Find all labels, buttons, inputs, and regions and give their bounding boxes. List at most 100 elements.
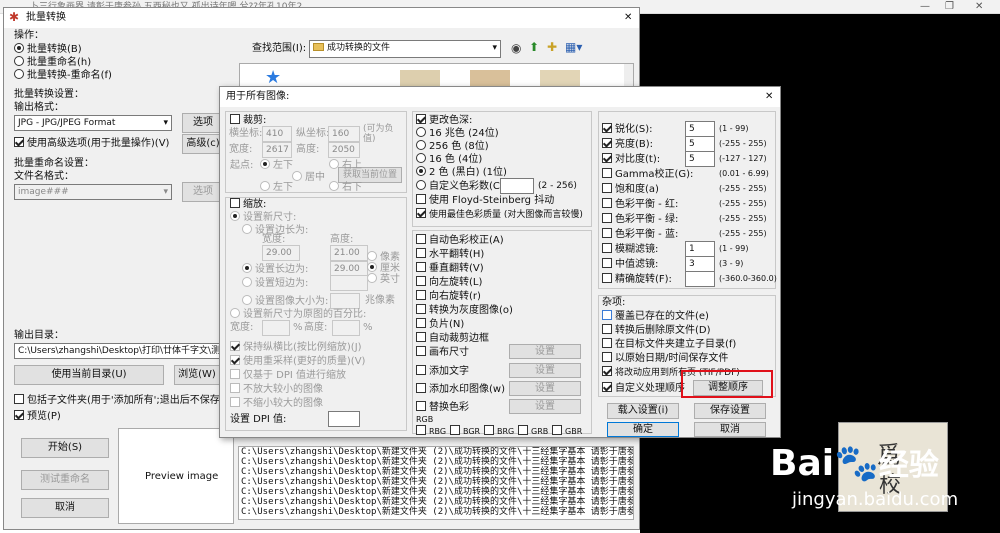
floyd-checkbox[interactable]: 使用 Floyd-Steinberg 抖动 (416, 194, 554, 207)
no-shrink-checkbox[interactable]: 不缩小较大的图像 (230, 397, 323, 410)
origin-bottom-left[interactable]: 左下 (260, 159, 293, 172)
cancel-batch-button[interactable]: 取消 (21, 498, 109, 518)
color-custom[interactable]: 自定义色彩数(C): (416, 180, 507, 193)
contrast-input[interactable]: 5 (685, 151, 715, 167)
median-checkbox[interactable]: 中值滤镜: (602, 258, 658, 271)
negative-checkbox[interactable]: 负片(N) (416, 318, 464, 331)
unit-inch[interactable]: 英寸 (367, 273, 400, 286)
median-input[interactable]: 3 (685, 256, 715, 272)
flip-vertical-checkbox[interactable]: 垂直翻转(V) (416, 262, 484, 275)
rgb-bgr-checkbox[interactable]: BGR (450, 425, 480, 438)
dpi-only-checkbox[interactable]: 仅基于 DPI 值进行缩放 (230, 369, 346, 382)
resize-width-input[interactable]: 29.00 (262, 245, 300, 261)
dialog-close-icon[interactable]: ✕ (765, 91, 773, 103)
overwrite-checkbox[interactable]: 覆盖已存在的文件(e) (602, 310, 709, 323)
origin-center[interactable]: 居中 (292, 171, 325, 184)
minimize-icon[interactable]: — (920, 1, 930, 13)
flip-horizontal-checkbox[interactable]: 水平翻转(H) (416, 248, 484, 261)
color-2[interactable]: 2 色 (黑白) (1位) (416, 166, 507, 179)
lookin-select[interactable]: 成功转换的文件 (309, 40, 501, 58)
create-subdir-checkbox[interactable]: 在目标文件夹建立子目录(f) (602, 338, 736, 351)
advanced-button[interactable]: 高级(c) (182, 134, 224, 154)
output-dir-input[interactable]: C:\Users\zhangshi\Desktop\打印\廿体千字文\测试 (14, 343, 220, 359)
rgb-grb-checkbox[interactable]: GRB (518, 425, 548, 438)
start-button[interactable]: 开始(S) (21, 438, 109, 458)
load-settings-button[interactable]: 载入设置(i) (607, 403, 679, 419)
replace-settings-button[interactable]: 设置 (509, 399, 581, 414)
rgb-brg-checkbox[interactable]: BRG (484, 425, 514, 438)
short-side-input[interactable] (330, 275, 368, 291)
browse-button[interactable]: 浏览(W) (174, 365, 220, 385)
add-text-checkbox[interactable]: 添加文字 (416, 365, 469, 378)
window-close-icon[interactable]: ✕ (975, 1, 983, 13)
new-folder-icon[interactable]: ✚ (547, 41, 557, 53)
keep-date-checkbox[interactable]: 以原始日期/时间保存文件 (602, 352, 728, 365)
image-size-input[interactable] (330, 293, 360, 309)
origin-top-right[interactable]: 右上 (329, 159, 362, 172)
grayscale-checkbox[interactable]: 转换为灰度图像(o) (416, 304, 513, 317)
rgb-rbg-checkbox[interactable]: RBG (416, 425, 446, 438)
balance-red-checkbox[interactable]: 色彩平衡 - 红: (602, 198, 678, 211)
saturation-checkbox[interactable]: 饱和度(a) (602, 183, 659, 196)
view-menu-icon[interactable]: ▦▾ (565, 41, 582, 53)
gamma-checkbox[interactable]: Gamma校正(G): (602, 168, 693, 181)
crop-x-input[interactable]: 410 (262, 126, 292, 142)
format-options-button[interactable]: 选项 (182, 113, 224, 133)
best-quality-checkbox[interactable]: 使用最佳色彩质量 (对大图像而言较慢) (416, 208, 583, 221)
fine-rotate-input[interactable] (685, 271, 715, 287)
crop-checkbox[interactable]: 裁剪: (230, 114, 266, 127)
restore-icon[interactable]: ❐ (945, 1, 954, 13)
brightness-input[interactable]: 5 (685, 136, 715, 152)
watermark-settings-button[interactable]: 设置 (509, 381, 581, 396)
output-format-select[interactable]: JPG - JPG/JPEG Format (14, 115, 172, 131)
short-side-radio[interactable]: 设置短边为: (242, 277, 308, 290)
rgb-gbr-checkbox[interactable]: GBR (552, 425, 582, 438)
image-size-radio[interactable]: 设置图像大小为: (242, 295, 328, 308)
percent-width-input[interactable] (262, 320, 290, 336)
include-subfolders-checkbox[interactable]: 包括子文件夹(用于'添加所有';退出后不保存)(x) (14, 394, 237, 407)
rename-options-button[interactable]: 选项 (182, 182, 224, 202)
resample-checkbox[interactable]: 使用重采样(更好的质量)(V) (230, 355, 365, 368)
blur-input[interactable]: 1 (685, 241, 715, 257)
preview-checkbox[interactable]: 预览(P) (14, 410, 61, 423)
auto-crop-checkbox[interactable]: 自动裁剪边框 (416, 332, 489, 345)
crop-y-input[interactable]: 160 (328, 126, 360, 142)
op-batch-rename[interactable]: 批量重命名(h) (14, 56, 91, 69)
color-16m[interactable]: 16 兆色 (24位) (416, 127, 499, 140)
back-icon[interactable]: ◉ (511, 42, 521, 54)
batch-close-icon[interactable]: ✕ (624, 12, 632, 24)
color-depth-checkbox[interactable]: 更改色深: (416, 114, 472, 127)
long-side-radio[interactable]: 设置长边为: (242, 263, 308, 276)
up-folder-icon[interactable]: ⬆ (529, 41, 539, 53)
use-current-dir-button[interactable]: 使用当前目录(U) (14, 365, 164, 385)
brightness-checkbox[interactable]: 亮度(B): (602, 138, 653, 151)
blur-checkbox[interactable]: 模糊滤镜: (602, 243, 658, 256)
canvas-size-checkbox[interactable]: 画布尺寸 (416, 346, 469, 359)
contrast-checkbox[interactable]: 对比度(t): (602, 153, 660, 166)
op-convert-rename[interactable]: 批量转换-重命名(f) (14, 69, 112, 82)
resize-height-input[interactable]: 21.00 (330, 245, 368, 261)
add-watermark-checkbox[interactable]: 添加水印图像(w) (416, 383, 505, 396)
crop-w-input[interactable]: 2617 (262, 142, 292, 158)
origin-bottom-right[interactable]: 右下 (329, 181, 362, 194)
percent-height-input[interactable] (332, 320, 360, 336)
origin-bottom-left-2[interactable]: 左下 (260, 181, 293, 194)
delete-original-checkbox[interactable]: 转换后删除原文件(D) (602, 324, 711, 337)
set-size-radio[interactable]: 设置新尺寸: (230, 211, 296, 224)
fine-rotate-checkbox[interactable]: 精确旋转(F): (602, 273, 672, 286)
color-16[interactable]: 16 色 (4位) (416, 153, 482, 166)
custom-colors-input[interactable] (500, 178, 534, 194)
file-format-select[interactable]: image### (14, 184, 172, 200)
test-rename-button[interactable]: 测试重命名 (21, 470, 109, 490)
auto-color-checkbox[interactable]: 自动色彩校正(A) (416, 234, 504, 247)
balance-green-checkbox[interactable]: 色彩平衡 - 绿: (602, 213, 678, 226)
save-settings-button[interactable]: 保存设置 (694, 403, 766, 419)
no-enlarge-checkbox[interactable]: 不放大较小的图像 (230, 383, 323, 396)
advanced-checkbox[interactable]: 使用高级选项(用于批量操作)(V) (14, 137, 169, 150)
rotate-right-checkbox[interactable]: 向右旋转(r) (416, 290, 481, 303)
keep-ratio-checkbox[interactable]: 保持纵横比(按比例缩放)(J) (230, 341, 362, 354)
resize-checkbox[interactable]: 缩放: (230, 198, 266, 211)
text-settings-button[interactable]: 设置 (509, 363, 581, 378)
replace-color-checkbox[interactable]: 替换色彩 (416, 401, 469, 414)
color-256[interactable]: 256 色 (8位) (416, 140, 489, 153)
